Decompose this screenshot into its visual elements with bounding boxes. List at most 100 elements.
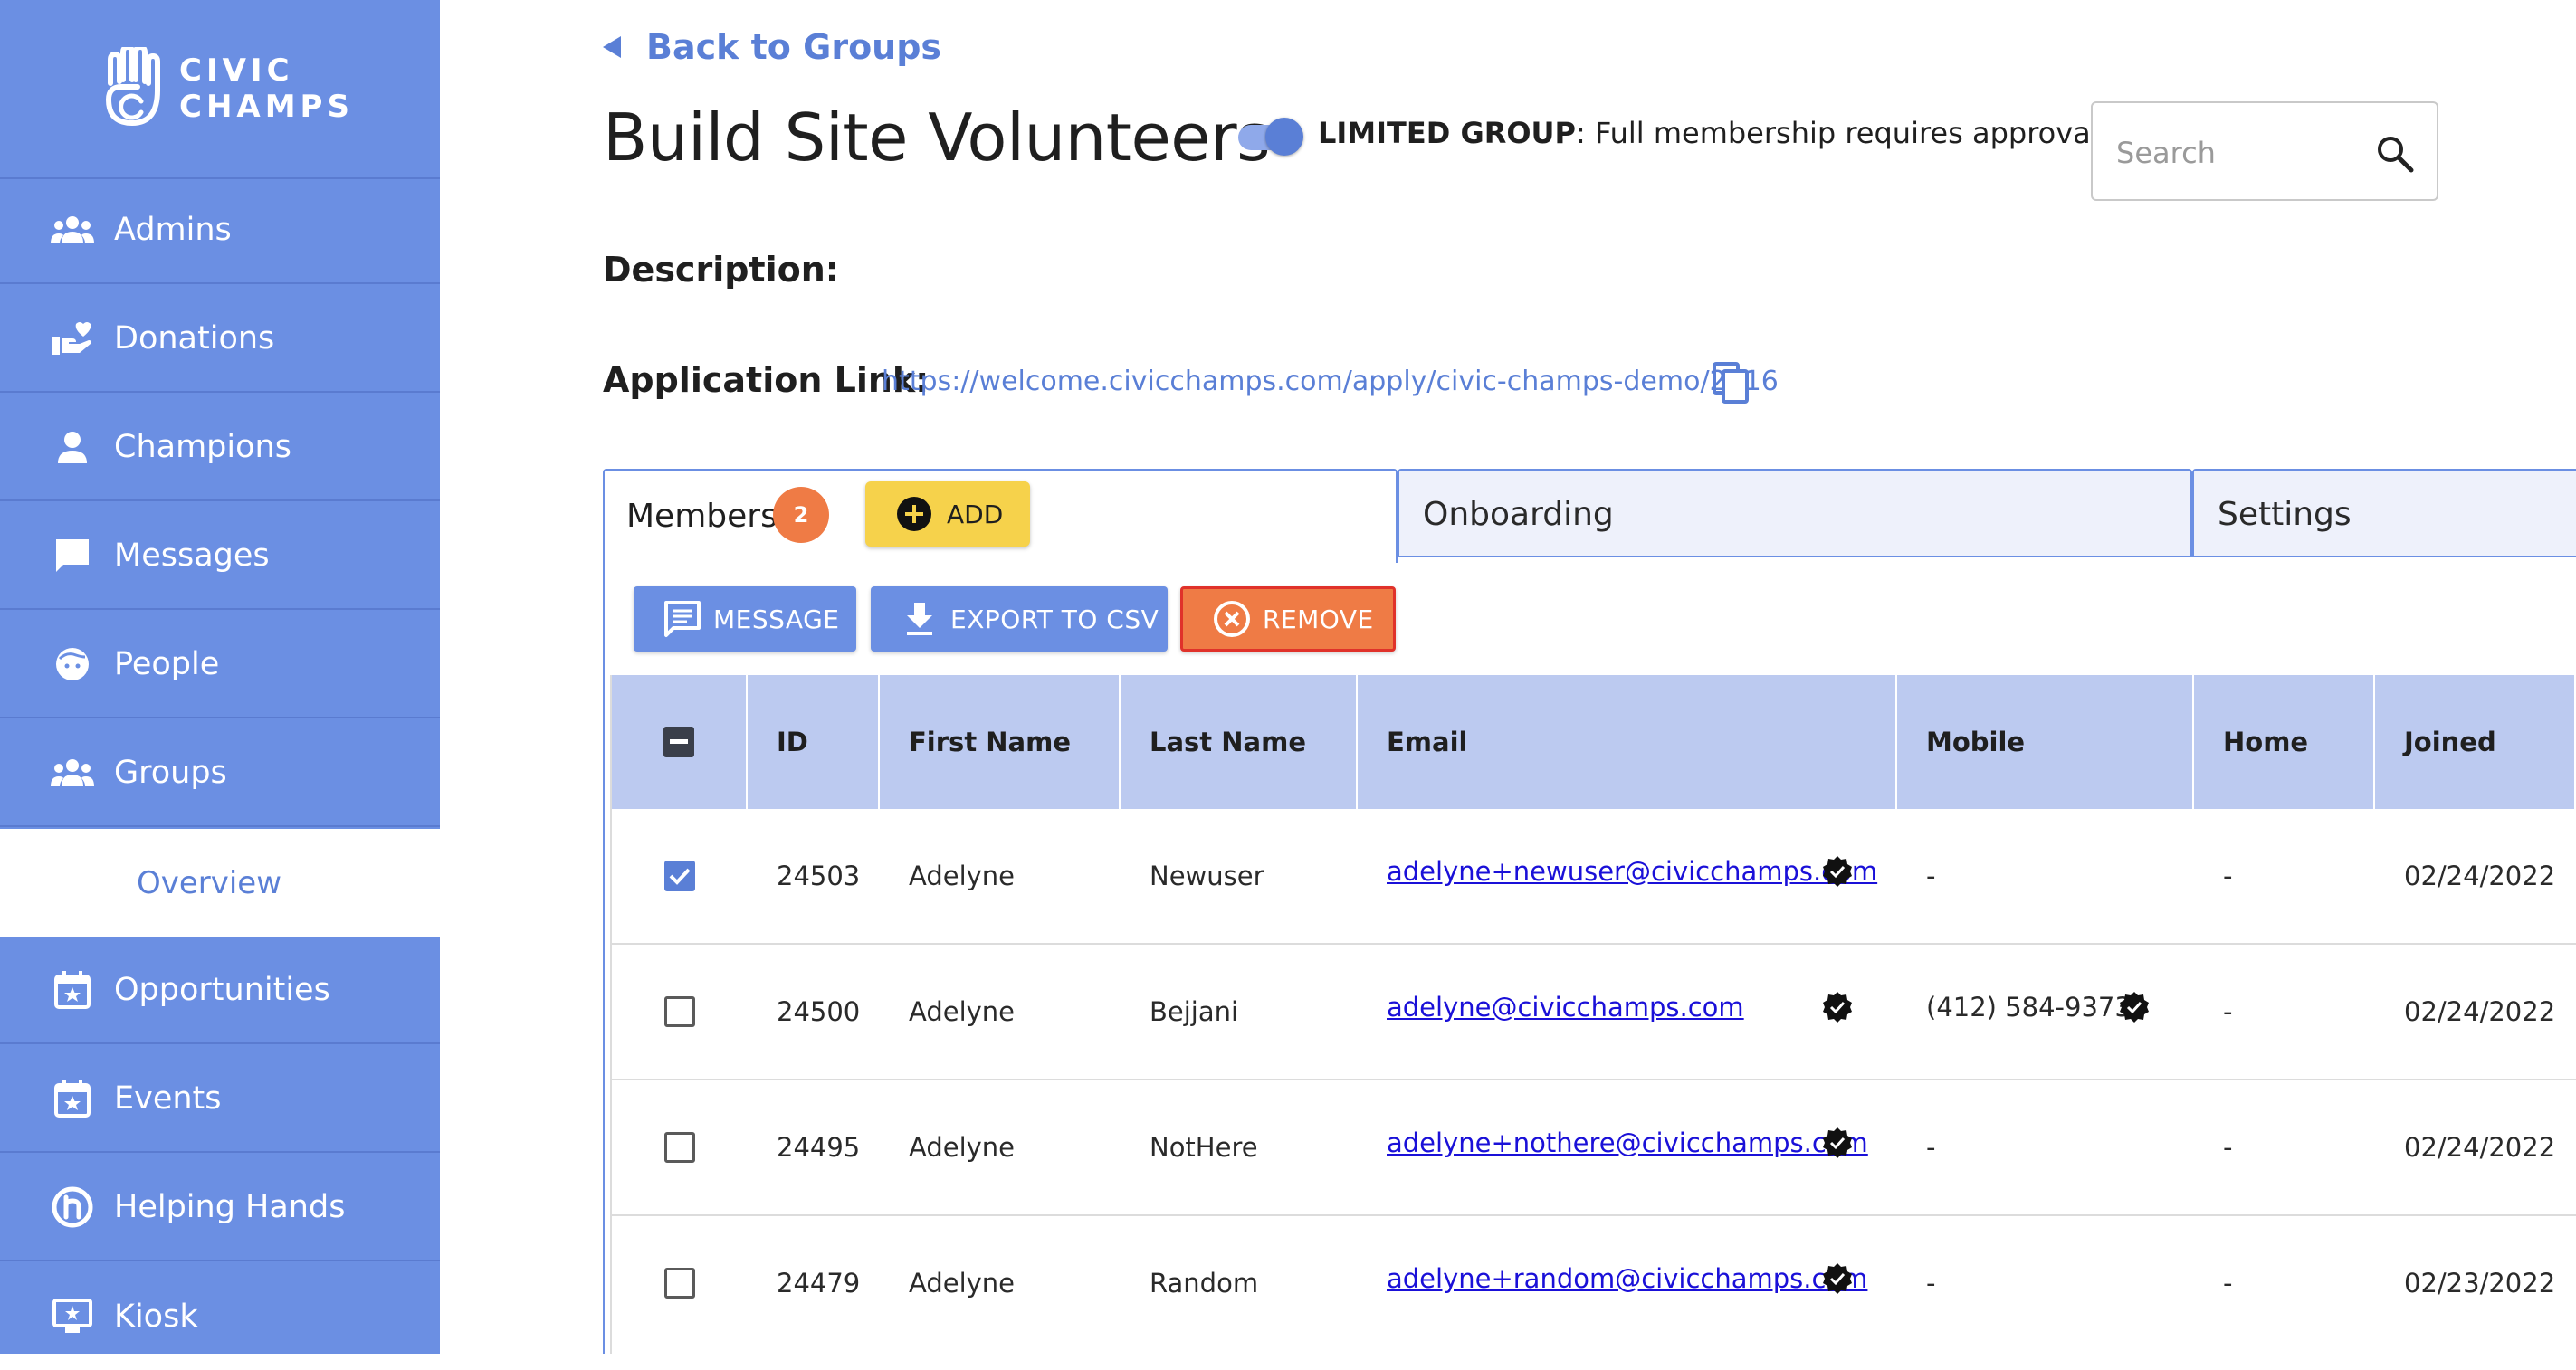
- tab-settings-label: Settings: [2218, 496, 2352, 533]
- cell-home: -: [2223, 1132, 2233, 1163]
- back-to-groups-link[interactable]: Back to Groups: [603, 27, 941, 67]
- tab-onboarding[interactable]: Onboarding: [1398, 469, 2192, 557]
- table-row[interactable]: 24503 Adelyne Newuser adelyne+newuser@ci…: [612, 809, 2576, 945]
- message-button[interactable]: MESSAGE: [634, 586, 856, 652]
- sidebar-item-label: Champions: [114, 429, 291, 465]
- limited-group-text: LIMITED GROUP: Full membership requires …: [1318, 116, 2108, 150]
- email-link[interactable]: adelyne+nothere@civicchamps.com: [1387, 1127, 1868, 1158]
- remove-button[interactable]: REMOVE: [1180, 586, 1396, 652]
- search-input[interactable]: [2114, 128, 2362, 177]
- sidebar-item-events[interactable]: Events: [0, 1046, 440, 1153]
- email-link[interactable]: adelyne+random@civicchamps.com: [1387, 1263, 1867, 1294]
- cell-last-name: Bejjani: [1150, 996, 1239, 1027]
- limited-group-toggle[interactable]: [1235, 118, 1303, 156]
- sidebar-subitem-overview[interactable]: Overview: [0, 829, 440, 937]
- page-title: Build Site Volunteers: [603, 100, 1271, 176]
- mobile-verified-cell: [2118, 945, 2151, 1070]
- message-button-label: MESSAGE: [713, 604, 840, 634]
- add-member-button[interactable]: ADD: [865, 481, 1030, 547]
- cell-first-name: Adelyne: [909, 1132, 1016, 1163]
- sidebar-item-groups[interactable]: Groups: [0, 720, 440, 827]
- row-checkbox[interactable]: [664, 996, 695, 1027]
- row-select-cell: [612, 945, 748, 1079]
- opportunities-icon: [49, 966, 96, 1013]
- application-link-label: Application Link:: [603, 360, 930, 400]
- sidebar-item-kiosk[interactable]: Kiosk: [0, 1263, 440, 1370]
- email-verified-cell: [1821, 1216, 1854, 1341]
- export-csv-button[interactable]: EXPORT TO CSV: [871, 586, 1168, 652]
- tabs-divider: [1398, 556, 2576, 557]
- cell-joined: 02/24/2022: [2404, 996, 2556, 1027]
- cell-first-name: Adelyne: [909, 861, 1016, 891]
- sidebar-item-label: Kiosk: [114, 1299, 198, 1335]
- sidebar-item-helping-hands[interactable]: Helping Hands: [0, 1155, 440, 1261]
- verified-icon: [1823, 1127, 1852, 1158]
- sidebar-item-messages[interactable]: Messages: [0, 503, 440, 610]
- cell-first-name: Adelyne: [909, 1268, 1016, 1299]
- cell-id: 24495: [777, 1132, 861, 1163]
- sidebar-item-people[interactable]: People: [0, 612, 440, 718]
- sidebar-item-champions[interactable]: Champions: [0, 395, 440, 501]
- search-box: [2091, 101, 2438, 201]
- donations-icon: [49, 315, 96, 362]
- email-link[interactable]: adelyne+newuser@civicchamps.com: [1387, 856, 1877, 887]
- verified-icon: [1823, 992, 1852, 1023]
- champions-icon: [49, 423, 96, 471]
- logo-line-1: CIVIC: [179, 52, 294, 89]
- table-row[interactable]: 24479 Adelyne Random adelyne+random@civi…: [612, 1216, 2576, 1352]
- sidebar-item-label: People: [114, 646, 220, 682]
- tab-onboarding-label: Onboarding: [1423, 496, 1614, 533]
- tab-members[interactable]: Members 2 ADD: [603, 469, 1398, 563]
- members-count-badge: 2: [773, 487, 829, 543]
- add-button-label: ADD: [947, 499, 1004, 529]
- application-link-url[interactable]: https://welcome.civicchamps.com/apply/ci…: [882, 366, 1779, 397]
- column-header-home[interactable]: Home: [2194, 675, 2375, 809]
- toggle-knob: [1265, 118, 1303, 156]
- sidebar-item-opportunities[interactable]: Opportunities: [0, 937, 440, 1044]
- sidebar-item-label: Helping Hands: [114, 1189, 346, 1225]
- email-verified-cell: [1821, 945, 1854, 1070]
- cell-home: -: [2223, 861, 2233, 891]
- back-link-label: Back to Groups: [646, 27, 942, 67]
- row-checkbox[interactable]: [664, 1268, 695, 1299]
- table-header: ID First Name Last Name Email Mobile Hom…: [612, 675, 2576, 809]
- description-label: Description:: [603, 250, 839, 290]
- limited-group-description: : Full membership requires approval.: [1575, 116, 2108, 150]
- row-select-cell: [612, 1216, 748, 1350]
- sidebar-item-admins[interactable]: Admins: [0, 177, 440, 284]
- column-header-mobile[interactable]: Mobile: [1897, 675, 2194, 809]
- cell-email: adelyne+newuser@civicchamps.com: [1387, 809, 1877, 934]
- civic-champs-logo[interactable]: CIVIC CHAMPS: [0, 0, 440, 179]
- remove-circle-icon: [1214, 601, 1250, 637]
- email-verified-cell: [1821, 1080, 1854, 1205]
- email-link[interactable]: adelyne@civicchamps.com: [1387, 992, 1744, 1023]
- download-icon: [907, 603, 932, 635]
- sidebar-item-label: Admins: [114, 212, 232, 248]
- row-checkbox[interactable]: [664, 861, 695, 891]
- groups-icon: [49, 749, 96, 796]
- sidebar-item-donations[interactable]: Donations: [0, 286, 440, 393]
- sidebar-item-label: Opportunities: [114, 972, 330, 1008]
- tab-settings[interactable]: Settings: [2192, 469, 2576, 557]
- row-select-cell: [612, 1080, 748, 1214]
- cell-first-name: Adelyne: [909, 996, 1016, 1027]
- cell-home: -: [2223, 996, 2233, 1027]
- column-header-id[interactable]: ID: [748, 675, 880, 809]
- column-header-first-name[interactable]: First Name: [880, 675, 1121, 809]
- tab-members-label: Members: [626, 498, 778, 535]
- email-verified-cell: [1821, 809, 1854, 934]
- cell-joined: 02/24/2022: [2404, 1132, 2556, 1163]
- column-header-last-name[interactable]: Last Name: [1121, 675, 1358, 809]
- kiosk-icon: [49, 1293, 96, 1340]
- cell-email: adelyne@civicchamps.com: [1387, 945, 1744, 1070]
- people-icon: [49, 641, 96, 688]
- column-header-email[interactable]: Email: [1358, 675, 1897, 809]
- table-row[interactable]: 24500 Adelyne Bejjani adelyne@civicchamp…: [612, 945, 2576, 1080]
- cell-joined: 02/24/2022: [2404, 861, 2556, 891]
- table-row[interactable]: 24495 Adelyne NotHere adelyne+nothere@ci…: [612, 1080, 2576, 1216]
- column-header-joined[interactable]: Joined: [2375, 675, 2576, 809]
- copy-icon[interactable]: [1711, 362, 1751, 404]
- select-all-checkbox[interactable]: [663, 727, 694, 757]
- row-checkbox[interactable]: [664, 1132, 695, 1163]
- search-icon[interactable]: [2375, 134, 2415, 174]
